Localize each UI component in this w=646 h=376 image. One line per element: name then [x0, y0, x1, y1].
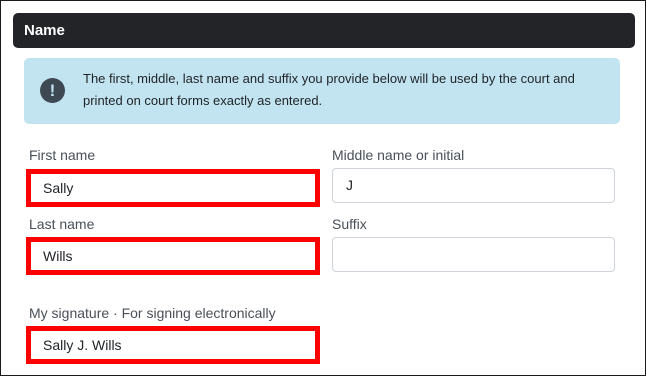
signature-label: My signature · For signing electronicall…	[29, 305, 276, 321]
section-header: Name	[13, 13, 635, 48]
middle-name-value: J	[346, 177, 353, 193]
last-name-field[interactable]: Wills	[26, 237, 320, 275]
last-name-value: Wills	[43, 248, 73, 264]
exclamation-circle-icon: !	[40, 78, 65, 103]
info-alert: ! The first, middle, last name and suffi…	[24, 58, 620, 124]
suffix-label: Suffix	[332, 216, 367, 232]
signature-value: Sally J. Wills	[43, 337, 122, 353]
name-section-panel: Name ! The first, middle, last name and …	[0, 0, 646, 376]
first-name-label: First name	[29, 147, 96, 163]
first-name-field[interactable]: Sally	[26, 169, 320, 207]
section-title: Name	[24, 22, 65, 39]
middle-name-field[interactable]: J	[332, 168, 615, 203]
middle-name-label: Middle name or initial	[332, 147, 465, 163]
last-name-label: Last name	[29, 216, 95, 232]
signature-field[interactable]: Sally J. Wills	[26, 326, 320, 364]
first-name-value: Sally	[43, 180, 74, 196]
suffix-field[interactable]	[332, 237, 615, 272]
alert-message: The first, middle, last name and suffix …	[83, 71, 575, 108]
